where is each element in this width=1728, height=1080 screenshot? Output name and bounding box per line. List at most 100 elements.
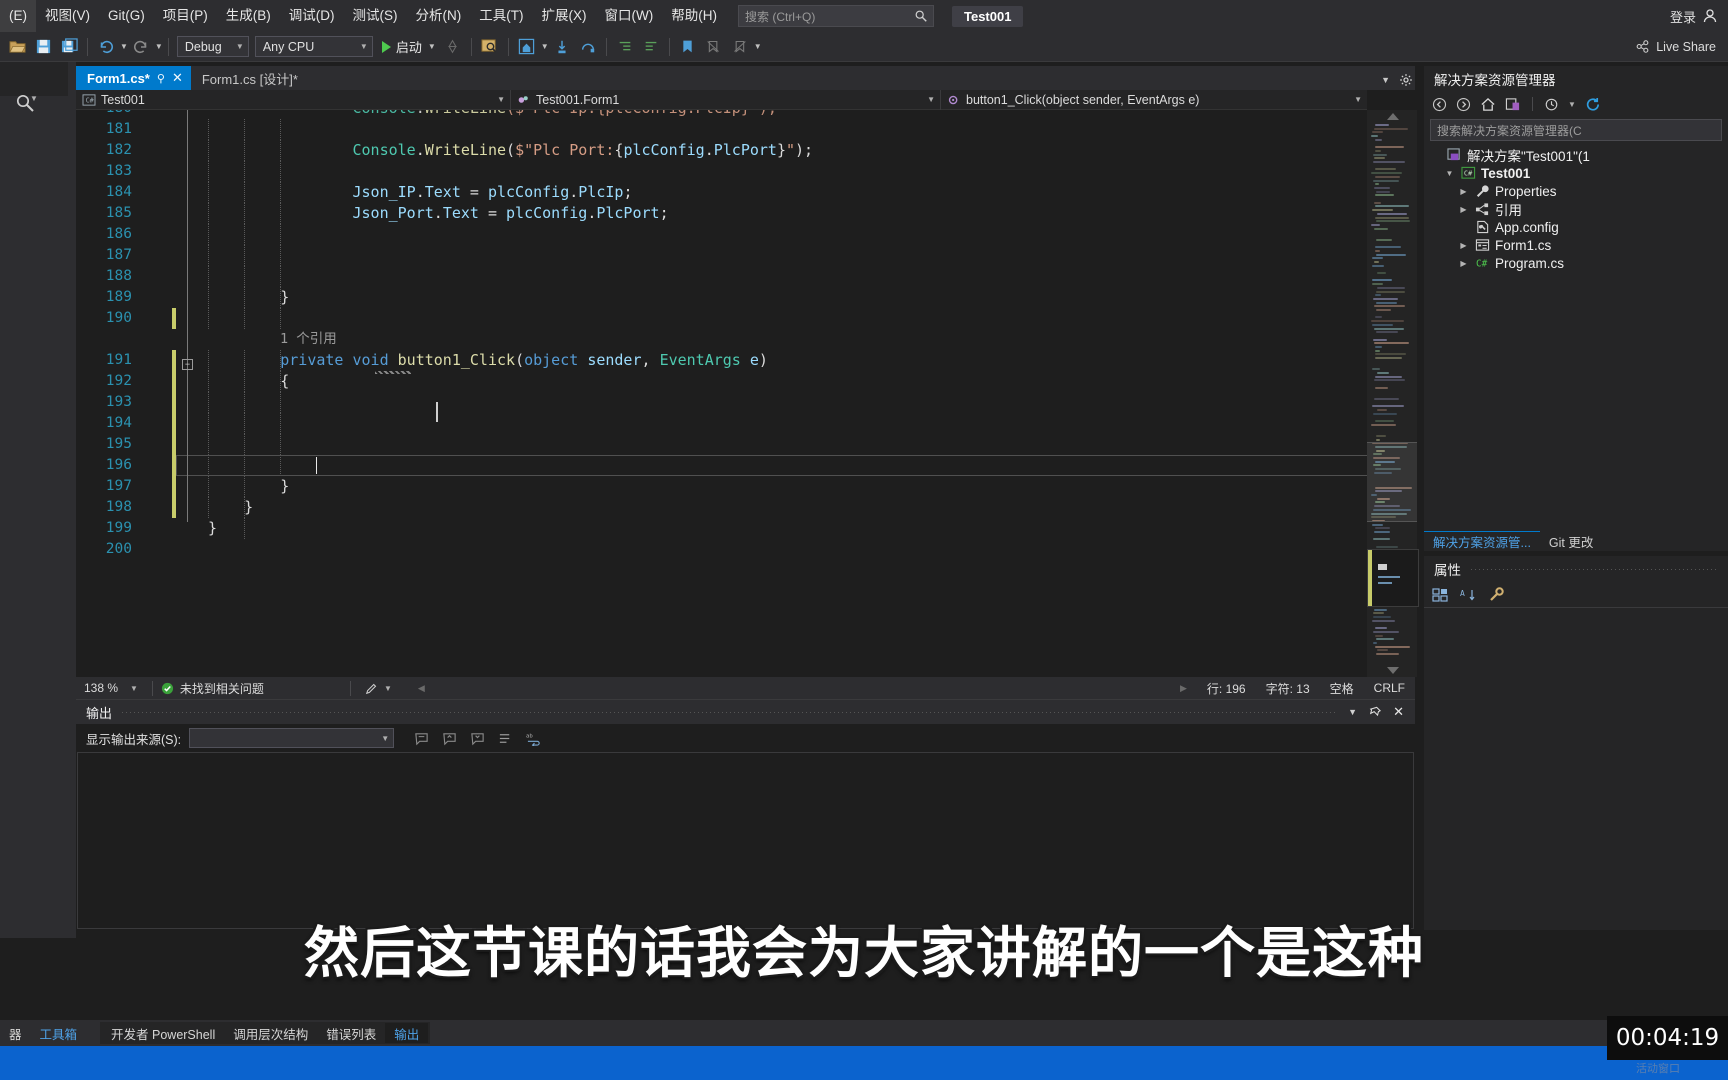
open-file-icon[interactable] (5, 35, 29, 59)
undo-dropdown-icon[interactable]: ▼ (120, 42, 128, 51)
menu-item-view[interactable]: 视图(V) (36, 0, 99, 32)
filter-dropdown-icon[interactable]: ▼ (1568, 100, 1576, 109)
code-line[interactable]: 196 (76, 455, 1367, 476)
se-tab-solution-explorer[interactable]: 解决方案资源管... (1424, 531, 1540, 551)
solution-tree-item[interactable]: ▼ C# Test001 (1424, 164, 1728, 182)
global-search-input[interactable]: 搜索 (Ctrl+Q) (737, 5, 934, 27)
close-icon[interactable]: ✕ (172, 70, 183, 86)
menu-item-debug[interactable]: 调试(D) (280, 0, 344, 32)
code-line[interactable]: 184 Json_IP.Text = plcConfig.PlcIp; (76, 182, 1367, 203)
code-line[interactable]: 199} (76, 518, 1367, 539)
solution-tree-item[interactable]: ▶ 引用 (1424, 200, 1728, 218)
editor-settings-gear-icon[interactable] (1399, 73, 1413, 87)
bottom-tab-output[interactable]: 输出 (385, 1023, 429, 1043)
code-line[interactable]: 185 Json_Port.Text = plcConfig.PlcPort; (76, 203, 1367, 224)
step-into-icon[interactable] (550, 35, 574, 59)
code-line[interactable]: 193 (76, 392, 1367, 413)
menu-item-tools[interactable]: 工具(T) (470, 0, 532, 32)
alphabetical-view-icon[interactable]: A (1460, 587, 1478, 603)
code-line[interactable]: 198 } (76, 497, 1367, 518)
code-line[interactable]: 195 (76, 434, 1367, 455)
account-icon[interactable] (1702, 8, 1718, 24)
se-tab-git-changes[interactable]: Git 更改 (1540, 531, 1602, 551)
chevron-expanded-icon[interactable]: ▼ (1444, 169, 1455, 178)
indent-icon[interactable] (613, 35, 637, 59)
save-icon[interactable] (31, 35, 55, 59)
solution-configuration-select[interactable]: Debug ▼ (176, 36, 249, 57)
code-line[interactable]: 189 } (76, 287, 1367, 308)
navbar-project-select[interactable]: C# Test001 ▼ (76, 89, 511, 110)
issues-status-label[interactable]: 未找到相关问题 (180, 680, 264, 697)
outdent-icon[interactable] (639, 35, 663, 59)
pending-changes-filter-icon[interactable] (1544, 97, 1559, 112)
pin-icon[interactable]: ⚲ (157, 72, 165, 85)
panel-menu-dropdown-icon[interactable]: ▼ (1348, 707, 1357, 717)
code-line[interactable]: 181 (76, 119, 1367, 140)
drag-handle-dots[interactable] (122, 711, 1339, 713)
properties-drag-dots[interactable] (1471, 568, 1718, 570)
toolbar-overflow-icon[interactable]: ▼ (754, 42, 762, 51)
categorized-view-icon[interactable] (1432, 587, 1450, 603)
solution-tree-item[interactable]: ▶ Properties (1424, 182, 1728, 200)
solution-tree-item[interactable]: 解决方案"Test001"(1 (1424, 146, 1728, 164)
scroll-right-icon[interactable]: ▶ (1170, 683, 1197, 694)
code-line[interactable]: 186 (76, 224, 1367, 245)
menu-item-window[interactable]: 窗口(W) (596, 0, 663, 32)
menu-item-project[interactable]: 项目(P) (154, 0, 217, 32)
sign-in-label[interactable]: 登录 (1670, 7, 1696, 26)
code-line[interactable]: 200 (76, 539, 1367, 560)
chevron-collapsed-icon[interactable]: ▶ (1458, 259, 1469, 268)
minimap-viewport[interactable] (1367, 442, 1417, 522)
live-preview-icon[interactable] (515, 35, 539, 59)
events-view-icon[interactable] (1488, 586, 1506, 603)
bottom-tab-solution-explorer-stub[interactable]: 器 (0, 1023, 31, 1043)
tab-list-dropdown-icon[interactable]: ▼ (1381, 75, 1390, 85)
select-element-icon[interactable] (478, 35, 502, 59)
navbar-member-select[interactable]: button1_Click(object sender, EventArgs e… (941, 90, 1367, 110)
go-to-previous-message-icon[interactable] (442, 731, 457, 746)
solution-tree-item[interactable]: ▶ Form1.cs (1424, 236, 1728, 254)
go-to-next-message-icon[interactable] (470, 731, 485, 746)
zoom-level-select[interactable]: 138 % (76, 681, 138, 695)
live-preview-dropdown-icon[interactable]: ▼ (541, 42, 549, 51)
redo-icon[interactable] (129, 35, 153, 59)
chevron-collapsed-icon[interactable]: ▶ (1458, 205, 1469, 214)
menu-item-test[interactable]: 测试(S) (344, 0, 407, 32)
navigate-forward-icon[interactable] (1456, 97, 1471, 112)
menu-item-file[interactable]: (E) (0, 0, 36, 32)
feedback-dropdown-icon[interactable]: ▼ (384, 684, 392, 693)
code-line[interactable]: 191 private void button1_Click(object se… (76, 350, 1367, 371)
menu-item-git[interactable]: Git(G) (99, 0, 154, 32)
feedback-icon[interactable] (365, 681, 379, 695)
menu-item-build[interactable]: 生成(B) (217, 0, 280, 32)
code-line[interactable]: 194 (76, 413, 1367, 434)
minimap-scroll-down-icon[interactable] (1387, 667, 1399, 674)
close-panel-icon[interactable]: ✕ (1393, 704, 1404, 720)
refresh-icon[interactable] (1585, 97, 1601, 112)
scroll-left-icon[interactable]: ◀ (418, 683, 425, 694)
code-line[interactable]: 188 (76, 266, 1367, 287)
chevron-collapsed-icon[interactable]: ▶ (1458, 187, 1469, 196)
code-line[interactable]: 197 } (76, 476, 1367, 497)
find-message-icon[interactable] (414, 731, 429, 746)
prev-bookmark-icon[interactable] (702, 35, 726, 59)
menu-item-help[interactable]: 帮助(H) (662, 0, 726, 32)
bottom-tab-error-list[interactable]: 错误列表 (317, 1023, 385, 1043)
start-debug-button[interactable]: 启动 ▼ (376, 35, 440, 59)
pin-panel-icon[interactable] (1369, 706, 1382, 719)
fold-collapse-button[interactable]: − (182, 359, 193, 370)
tab-form1-cs[interactable]: Form1.cs* ⚲ ✕ (76, 66, 191, 90)
bottom-tab-developer-powershell[interactable]: 开发者 PowerShell (102, 1023, 224, 1043)
chevron-collapsed-icon[interactable]: ▶ (1458, 241, 1469, 250)
code-line[interactable]: 183 (76, 161, 1367, 182)
navigate-back-icon[interactable] (1432, 97, 1447, 112)
menu-item-extensions[interactable]: 扩展(X) (533, 0, 596, 32)
step-over-icon[interactable] (576, 35, 600, 59)
menu-item-analyze[interactable]: 分析(N) (407, 0, 471, 32)
code-line[interactable]: 187 (76, 245, 1367, 266)
live-share-label[interactable]: Live Share (1656, 40, 1716, 54)
solution-tree-item[interactable]: App.config (1424, 218, 1728, 236)
undo-icon[interactable] (94, 35, 118, 59)
code-line[interactable]: 182 Console.WriteLine($"Plc Port:{plcCon… (76, 140, 1367, 161)
switch-views-icon[interactable] (1505, 97, 1521, 112)
